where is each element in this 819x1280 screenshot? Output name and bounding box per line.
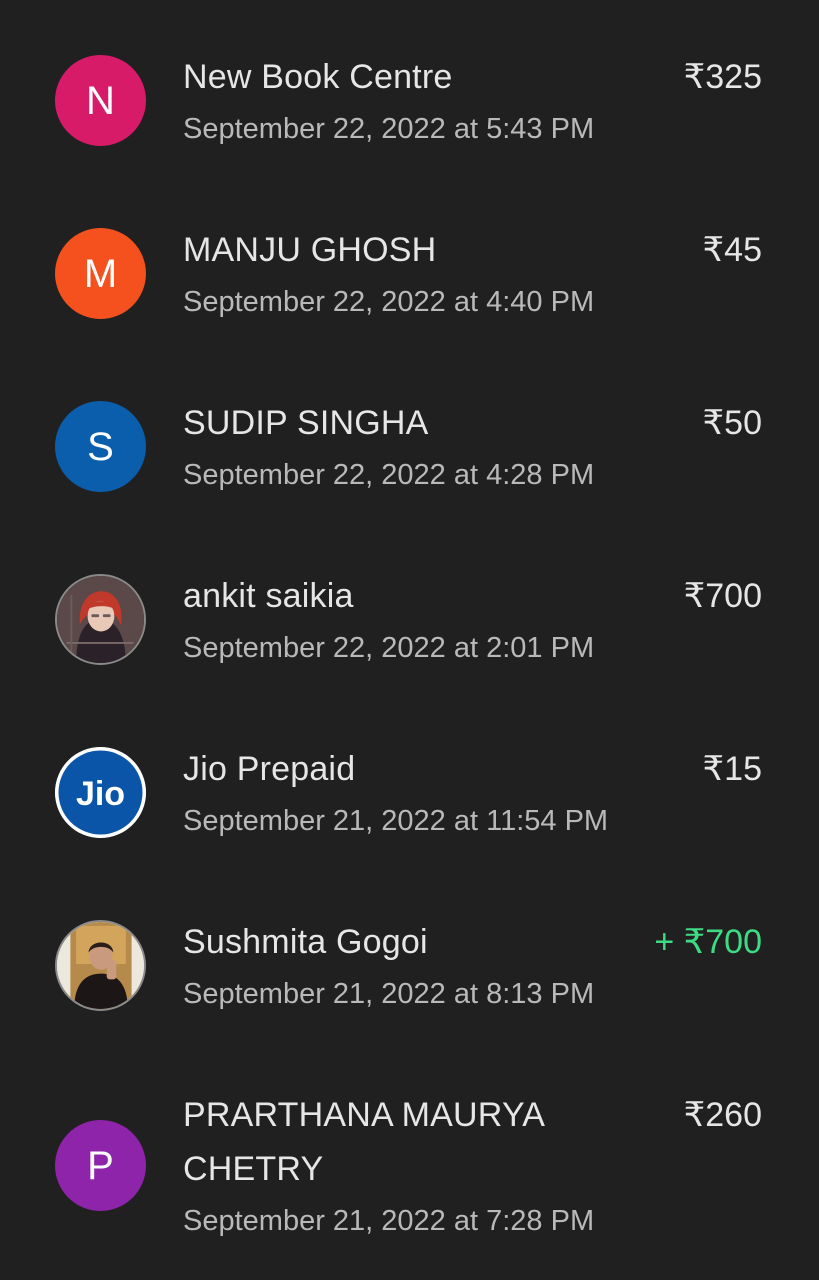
transaction-date: September 21, 2022 at 11:54 PM xyxy=(183,805,609,837)
avatar-letter-text: S xyxy=(87,424,114,469)
transaction-amount: ₹700 xyxy=(683,577,762,615)
profile-photo-icon xyxy=(55,574,146,665)
transaction-date: September 21, 2022 at 7:28 PM xyxy=(183,1205,595,1237)
avatar-letter: P xyxy=(55,1120,146,1211)
payee-name: SUDIP SINGHA xyxy=(183,404,429,442)
transaction-row-new-book-centre[interactable]: N New Book Centre September 22, 2022 at … xyxy=(0,50,819,160)
avatar-letter-text: M xyxy=(83,251,118,296)
transaction-amount: ₹50 xyxy=(702,404,762,442)
transaction-date: September 21, 2022 at 8:13 PM xyxy=(183,978,595,1010)
payee-name: MANJU GHOSH xyxy=(183,231,437,269)
profile-photo-icon-graphic xyxy=(57,576,144,663)
transaction-row-prarthana-maurya-chetry[interactable]: P PRARTHANA MAURYA CHETRY September 21, … xyxy=(0,1088,819,1248)
payee-name: PRARTHANA MAURYA CHETRY xyxy=(183,1096,544,1188)
transaction-row-manju-ghosh[interactable]: M MANJU GHOSH September 22, 2022 at 4:40… xyxy=(0,223,819,333)
jio-logo-graphic: Jio xyxy=(55,747,146,838)
transaction-amount: ₹260 xyxy=(683,1096,762,1134)
transaction-row-ankit-saikia[interactable]: ankit saikia September 22, 2022 at 2:01 … xyxy=(0,569,819,679)
profile-photo-icon xyxy=(55,920,146,1011)
payee-name: ankit saikia xyxy=(183,577,354,615)
profile-photo-icon-graphic xyxy=(57,922,144,1009)
transaction-amount-credit: + ₹700 xyxy=(654,923,762,961)
transaction-row-sushmita-gogoi[interactable]: Sushmita Gogoi September 21, 2022 at 8:1… xyxy=(0,915,819,1025)
payee-name: Jio Prepaid xyxy=(183,750,356,788)
jio-logo-icon: Jio xyxy=(55,747,146,838)
transaction-date: September 22, 2022 at 4:40 PM xyxy=(183,286,595,318)
jio-logo-text: Jio xyxy=(76,775,125,813)
transaction-date: September 22, 2022 at 4:28 PM xyxy=(183,459,595,491)
avatar-letter-text: P xyxy=(87,1143,114,1188)
avatar-letter: N xyxy=(55,55,146,146)
transaction-amount: ₹45 xyxy=(702,231,762,269)
avatar-letter-text: N xyxy=(86,78,115,123)
avatar-letter: M xyxy=(55,228,146,319)
transaction-row-sudip-singha[interactable]: S SUDIP SINGHA September 22, 2022 at 4:2… xyxy=(0,396,819,506)
transaction-amount: ₹325 xyxy=(683,58,762,96)
payee-name: New Book Centre xyxy=(183,58,453,96)
transaction-amount: ₹15 xyxy=(702,750,762,788)
avatar-letter: S xyxy=(55,401,146,492)
transaction-date: September 22, 2022 at 5:43 PM xyxy=(183,113,595,145)
payee-name: Sushmita Gogoi xyxy=(183,923,428,961)
transaction-row-jio-prepaid[interactable]: Jio Jio Prepaid September 21, 2022 at 11… xyxy=(0,742,819,852)
transaction-date: September 22, 2022 at 2:01 PM xyxy=(183,632,595,664)
